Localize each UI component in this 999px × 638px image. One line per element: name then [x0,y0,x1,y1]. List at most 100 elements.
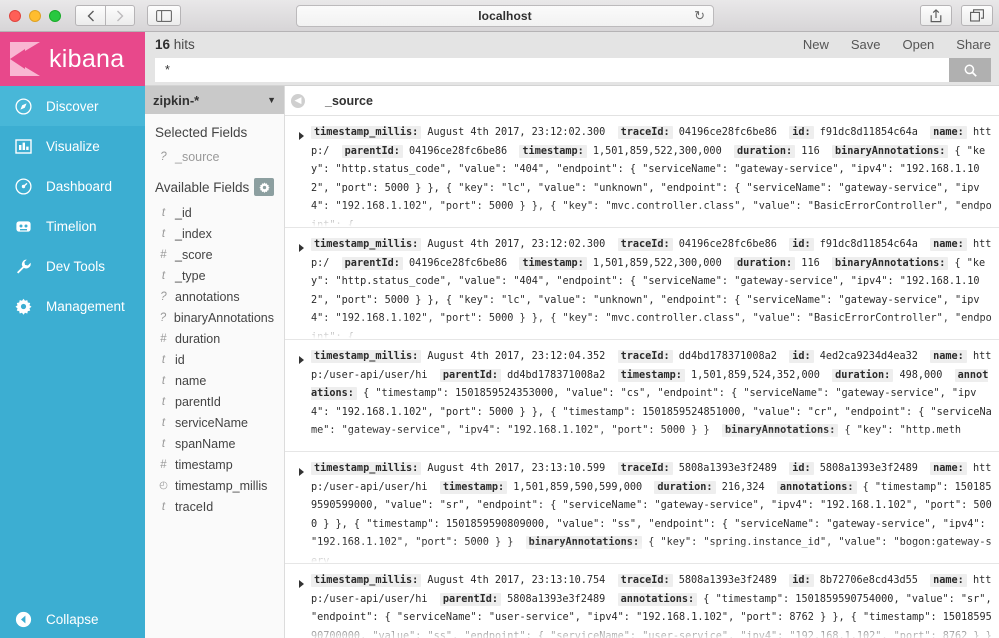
share-button[interactable]: Share [956,37,991,52]
field-key-chip: duration: [654,480,716,494]
expand-row-button[interactable] [291,460,311,563]
sidebar-item-dev-tools[interactable]: Dev Tools [0,246,145,286]
field-item-_score[interactable]: # _score [145,244,284,265]
share-icon [930,8,942,22]
forward-button[interactable] [105,5,135,26]
field-value: dd4bd178371008a2 [672,351,790,362]
available-fields-header: Available Fields [145,167,284,202]
field-name: _type [175,268,206,283]
caret-right-icon [298,132,304,140]
reload-icon[interactable]: ↻ [694,8,705,24]
field-settings-button[interactable] [254,178,274,196]
field-value: August 4th 2017, 23:13:10.754 [421,575,618,586]
field-key-chip: id: [789,462,814,475]
table-row[interactable]: timestamp_millis: August 4th 2017, 23:13… [285,564,999,638]
field-name: spanName [175,436,236,451]
field-item-timestamp-millis[interactable]: ◴ timestamp_millis [145,475,284,496]
open-button[interactable]: Open [902,37,934,52]
kibana-logo[interactable]: kibana [0,32,145,86]
field-item-annotations[interactable]: ? annotations [145,286,284,307]
minimize-window-button[interactable] [29,9,41,22]
sidebar-item-timelion[interactable]: Timelion [0,206,145,246]
field-name: serviceName [175,415,248,430]
field-item-_type[interactable]: t _type [145,265,284,286]
field-name: timestamp [175,457,233,472]
field-key-chip: binaryAnnotations: [831,144,949,158]
field-name: duration [175,331,221,346]
back-button[interactable] [75,5,105,26]
field-item-timestamp[interactable]: # timestamp [145,454,284,475]
table-row[interactable]: timestamp_millis: August 4th 2017, 23:13… [285,452,999,564]
expand-row-button[interactable] [291,236,311,339]
search-icon [964,64,977,77]
close-window-button[interactable] [9,9,21,22]
field-value: dd4bd178371008a2 [501,369,618,381]
field-key-chip: traceId: [617,126,673,139]
field-type-icon: t [161,227,166,240]
sidebar-item-label: Visualize [46,138,100,154]
sidebar-item-dashboard[interactable]: Dashboard [0,166,145,206]
field-key-chip: name: [930,126,967,139]
field-item-_index[interactable]: t _index [145,223,284,244]
field-key-chip: duration: [832,368,894,382]
field-key-chip: duration: [733,144,796,158]
collapse-nav-button[interactable]: Collapse [0,600,145,638]
field-key-chip: timestamp_millis: [311,462,422,475]
browser-chrome: localhost ↻ [0,0,999,32]
search-submit-button[interactable] [949,58,991,82]
field-type-icon: ◴ [159,480,168,491]
table-row[interactable]: timestamp_millis: August 4th 2017, 23:12… [285,228,999,340]
field-key-chip: traceId: [617,350,673,363]
field-item-name[interactable]: t name [145,370,284,391]
address-bar[interactable]: localhost ↻ [296,4,714,27]
field-item-duration[interactable]: # duration [145,328,284,349]
index-pattern-label: zipkin-* [153,92,200,108]
field-value: 5808a1393e3f2489 [813,463,931,474]
sidebar-item-management[interactable]: Management [0,286,145,326]
field-item-source[interactable]: ? _source [145,146,284,167]
field-item-_id[interactable]: t _id [145,202,284,223]
chevron-right-icon [117,10,124,21]
share-button[interactable] [920,5,952,26]
table-row[interactable]: timestamp_millis: August 4th 2017, 23:12… [285,340,999,452]
bar-chart-icon [14,137,32,155]
expand-row-button[interactable] [291,348,311,451]
field-type-icon: t [161,395,166,408]
sidebar-item-discover[interactable]: Discover [0,86,145,126]
show-tabs-button[interactable] [961,5,993,26]
expand-row-button[interactable] [291,572,311,638]
search-input[interactable] [155,58,949,82]
field-type-icon: ? [160,150,167,163]
field-value: { "key": "http.meth [838,425,974,437]
field-value: 04196ce28fc6be86 [672,239,790,250]
save-button[interactable]: Save [851,37,881,52]
field-item-parentid[interactable]: t parentId [145,391,284,412]
sidebar-item-visualize[interactable]: Visualize [0,126,145,166]
table-row[interactable]: timestamp_millis: August 4th 2017, 23:12… [285,116,999,228]
field-item-traceid[interactable]: t traceId [145,496,284,517]
field-item-binaryannotations[interactable]: ? binaryAnnotations [145,307,284,328]
sidebar-item-label: Discover [46,98,99,114]
field-value: f91dc8d11854c64a [813,239,931,250]
field-key-chip: annotations: [617,592,698,606]
field-item-id[interactable]: t id [145,349,284,370]
new-button[interactable]: New [803,37,829,52]
expand-row-button[interactable] [291,124,311,227]
field-item-servicename[interactable]: t serviceName [145,412,284,433]
field-key-chip: timestamp_millis: [311,238,422,251]
index-pattern-selector[interactable]: zipkin-* ▼ [145,86,284,114]
field-key-chip: name: [930,350,967,363]
maximize-window-button[interactable] [49,9,61,22]
field-value: 5808a1393e3f2489 [672,575,790,586]
field-item-spanname[interactable]: t spanName [145,433,284,454]
field-key-chip: timestamp_millis: [311,126,422,139]
field-key-chip: name: [930,238,967,251]
wrench-icon [14,257,32,275]
field-key-chip: id: [789,126,814,139]
field-key-chip: duration: [733,256,796,270]
sidebar-toggle-button[interactable] [147,5,181,26]
collapse-left-icon[interactable]: ◀ [291,93,305,108]
field-type-icon: t [161,353,166,366]
hits-number: 16 [155,37,171,52]
field-value: 1,501,859,590,599,000 [507,481,655,493]
